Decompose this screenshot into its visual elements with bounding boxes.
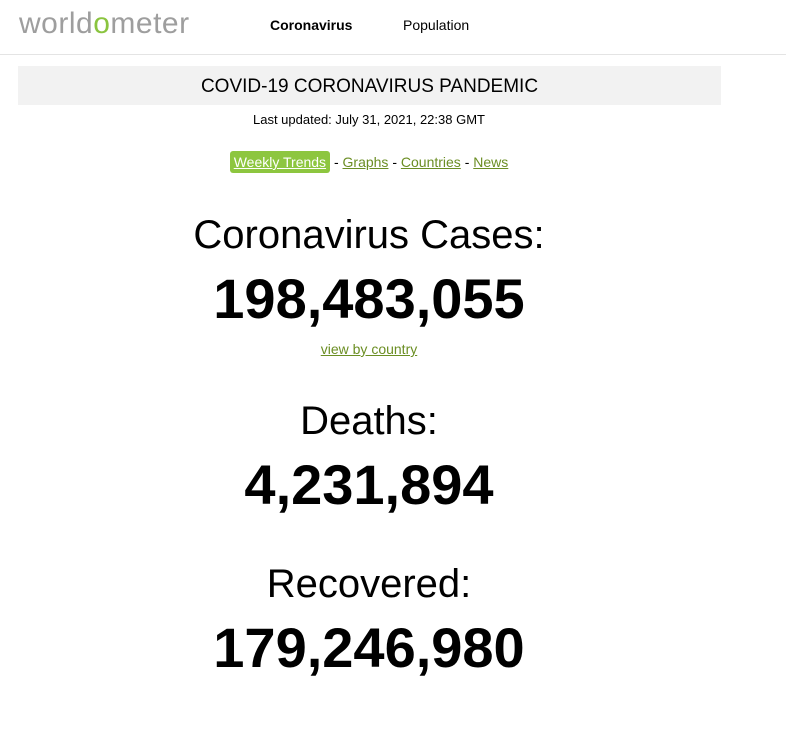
news-link[interactable]: News xyxy=(473,154,508,170)
graphs-link[interactable]: Graphs xyxy=(343,154,389,170)
last-updated-text: Last updated: July 31, 2021, 22:38 GMT xyxy=(253,112,485,127)
view-by-country: view by country xyxy=(0,340,738,358)
logo-suffix: meter xyxy=(110,7,190,40)
link-separator: - xyxy=(388,154,401,170)
worldometer-logo[interactable]: worldometer xyxy=(19,5,190,43)
top-navbar: worldometer Coronavirus Population xyxy=(0,0,786,55)
link-separator: - xyxy=(460,154,474,170)
nav-coronavirus-link[interactable]: Coronavirus xyxy=(270,16,352,34)
deaths-count: 4,231,894 xyxy=(244,453,494,516)
cases-label: Coronavirus Cases: xyxy=(193,213,545,257)
section-links: Weekly Trends - Graphs - Countries - New… xyxy=(0,151,738,173)
countries-link[interactable]: Countries xyxy=(401,154,461,170)
view-by-country-link[interactable]: view by country xyxy=(321,341,417,357)
nav-population-link[interactable]: Population xyxy=(403,16,469,34)
weekly-trends-link[interactable]: Weekly Trends xyxy=(229,151,331,173)
page-title-banner: COVID-19 CORONAVIRUS PANDEMIC xyxy=(18,66,721,105)
logo-accent: o xyxy=(93,7,111,40)
recovered-label: Recovered: xyxy=(266,562,472,606)
deaths-label: Deaths: xyxy=(300,399,438,443)
link-separator: - xyxy=(330,154,343,170)
recovered-count: 179,246,980 xyxy=(213,616,525,679)
logo-prefix: world xyxy=(19,7,94,40)
cases-count: 198,483,055 xyxy=(213,267,525,330)
